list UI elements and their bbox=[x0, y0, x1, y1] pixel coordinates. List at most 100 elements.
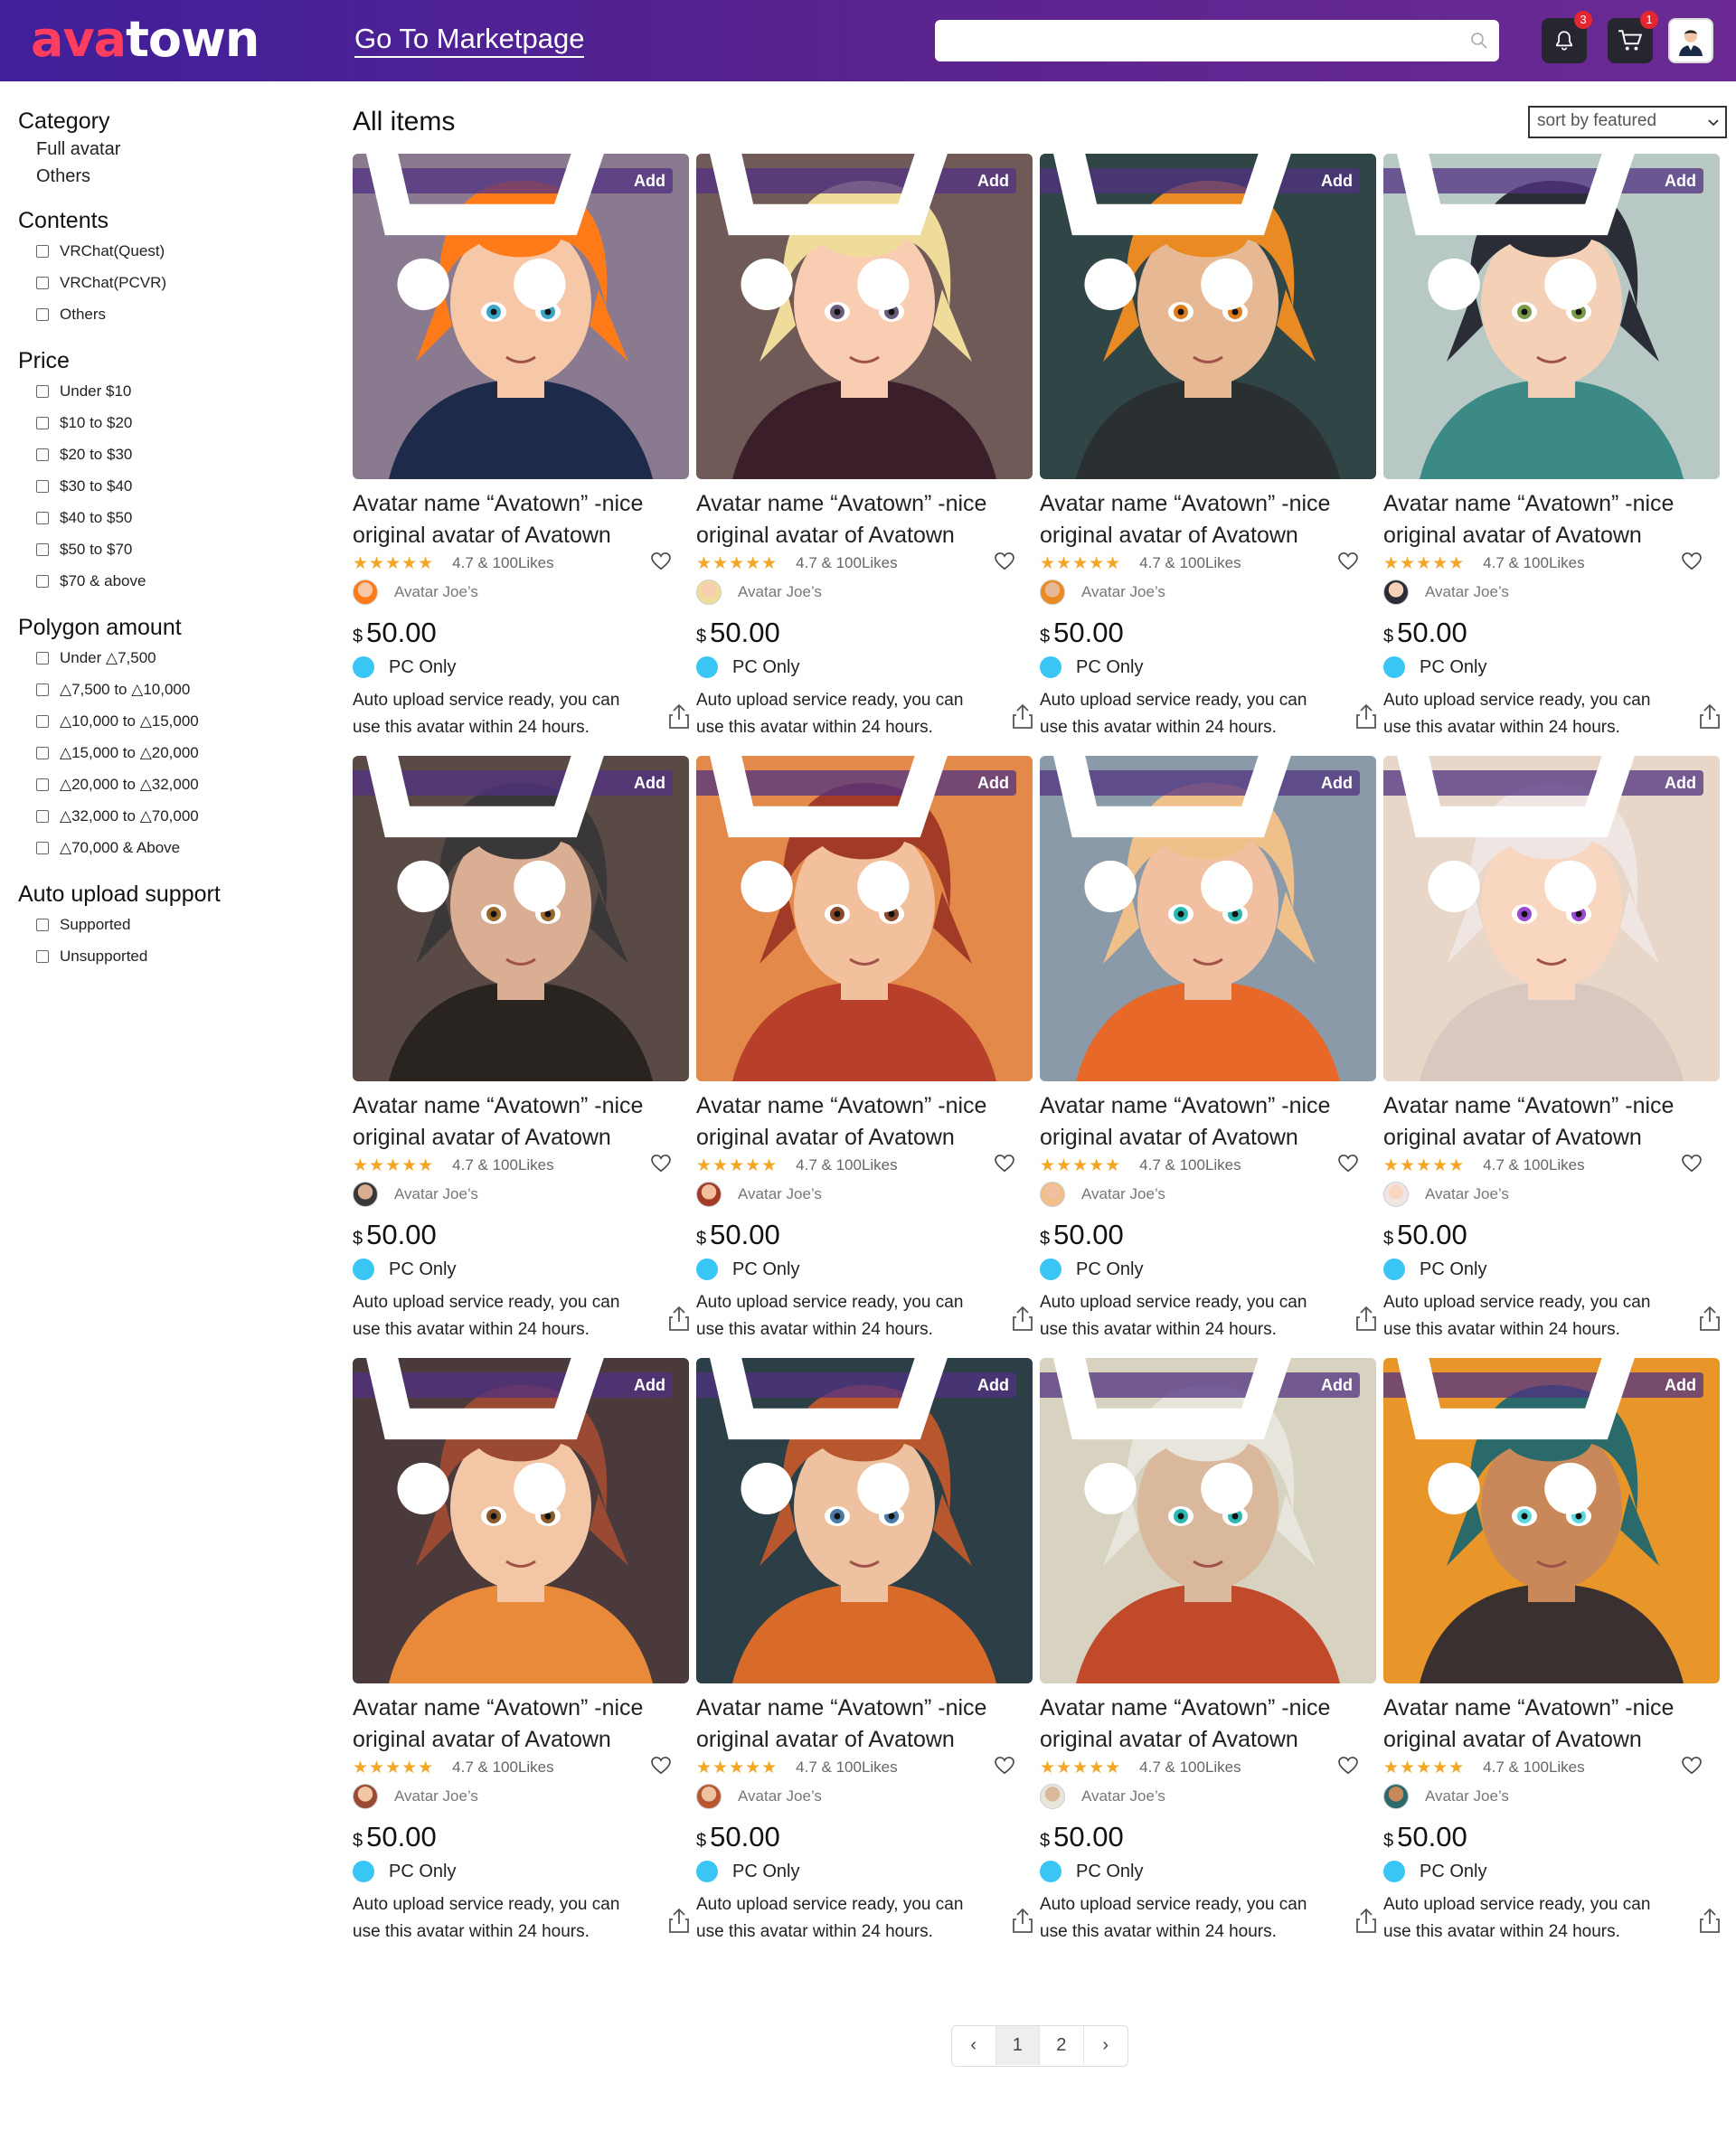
product-title[interactable]: Avatar name “Avatown” -nice original ava… bbox=[353, 1090, 689, 1154]
auto-upload-filter-option[interactable]: Supported bbox=[36, 909, 316, 940]
product-card[interactable]: Add Avatar name “Avatown” -nice original … bbox=[353, 154, 689, 737]
checkbox[interactable] bbox=[36, 479, 49, 493]
add-to-cart-button[interactable]: Add bbox=[1383, 154, 1703, 311]
polygon-filter-option[interactable]: △15,000 to △20,000 bbox=[36, 737, 316, 768]
price-filter-option[interactable]: $50 to $70 bbox=[36, 533, 316, 565]
price-filter-option[interactable]: $70 & above bbox=[36, 565, 316, 597]
product-title[interactable]: Avatar name “Avatown” -nice original ava… bbox=[696, 488, 1033, 551]
checkbox[interactable] bbox=[36, 841, 49, 854]
add-to-cart-button[interactable]: Add bbox=[696, 154, 1016, 311]
product-card[interactable]: Add Avatar name “Avatown” -nice original … bbox=[1040, 154, 1376, 737]
share-icon[interactable] bbox=[669, 1306, 689, 1331]
avatar-preview-image[interactable]: Add bbox=[1383, 756, 1720, 1081]
product-title[interactable]: Avatar name “Avatown” -nice original ava… bbox=[353, 488, 689, 551]
creator-info[interactable]: Avatar Joe’s bbox=[1040, 577, 1165, 608]
product-title[interactable]: Avatar name “Avatown” -nice original ava… bbox=[696, 1090, 1033, 1154]
product-card[interactable]: Add Avatar name “Avatown” -nice original … bbox=[696, 756, 1033, 1339]
polygon-filter-option[interactable]: Under △7,500 bbox=[36, 642, 316, 674]
checkbox[interactable] bbox=[36, 307, 49, 321]
add-to-cart-button[interactable]: Add bbox=[1040, 154, 1360, 311]
avatar-preview-image[interactable]: Add bbox=[353, 756, 689, 1081]
avatar-preview-image[interactable]: Add bbox=[1040, 756, 1376, 1081]
product-card[interactable]: Add Avatar name “Avatown” -nice original … bbox=[696, 1358, 1033, 1941]
avatar-preview-image[interactable]: Add bbox=[696, 1358, 1033, 1683]
share-icon[interactable] bbox=[1013, 703, 1033, 729]
creator-info[interactable]: Avatar Joe’s bbox=[353, 1179, 478, 1210]
add-to-cart-button[interactable]: Add bbox=[1040, 756, 1360, 913]
checkbox[interactable] bbox=[36, 276, 49, 289]
add-to-cart-button[interactable]: Add bbox=[696, 756, 1016, 913]
add-to-cart-button[interactable]: Add bbox=[353, 1358, 673, 1515]
add-to-cart-button[interactable]: Add bbox=[353, 756, 673, 913]
go-to-marketpage-link[interactable]: Go To Marketpage bbox=[354, 24, 585, 58]
contents-filter-option[interactable]: Others bbox=[36, 298, 316, 330]
product-card[interactable]: Add Avatar name “Avatown” -nice original … bbox=[353, 1358, 689, 1941]
checkbox[interactable] bbox=[36, 244, 49, 258]
price-filter-option[interactable]: $40 to $50 bbox=[36, 502, 316, 533]
checkbox[interactable] bbox=[36, 511, 49, 524]
product-card[interactable]: Add Avatar name “Avatown” -nice original … bbox=[1040, 756, 1376, 1339]
add-to-cart-button[interactable]: Add bbox=[696, 1358, 1016, 1515]
share-icon[interactable] bbox=[669, 1908, 689, 1933]
avatar-preview-image[interactable]: Add bbox=[696, 154, 1033, 479]
heart-icon[interactable] bbox=[995, 1155, 1014, 1173]
share-icon[interactable] bbox=[1013, 1306, 1033, 1331]
heart-icon[interactable] bbox=[651, 1757, 671, 1775]
category-full-avatar[interactable]: Full avatar bbox=[36, 136, 316, 163]
contents-filter-option[interactable]: VRChat(PCVR) bbox=[36, 267, 316, 298]
heart-icon[interactable] bbox=[651, 1155, 671, 1173]
checkbox[interactable] bbox=[36, 778, 49, 791]
checkbox[interactable] bbox=[36, 714, 49, 728]
checkbox[interactable] bbox=[36, 448, 49, 461]
notifications-button[interactable]: 3 bbox=[1542, 11, 1592, 63]
price-filter-option[interactable]: $10 to $20 bbox=[36, 407, 316, 438]
add-to-cart-button[interactable]: Add bbox=[353, 154, 673, 311]
share-icon[interactable] bbox=[669, 703, 689, 729]
heart-icon[interactable] bbox=[1338, 1155, 1358, 1173]
polygon-filter-option[interactable]: △70,000 & Above bbox=[36, 832, 316, 863]
product-card[interactable]: Add Avatar name “Avatown” -nice original … bbox=[696, 154, 1033, 737]
heart-icon[interactable] bbox=[1682, 1757, 1702, 1775]
user-avatar-button[interactable] bbox=[1668, 18, 1713, 63]
polygon-filter-option[interactable]: △20,000 to △32,000 bbox=[36, 768, 316, 800]
creator-info[interactable]: Avatar Joe’s bbox=[353, 577, 478, 608]
prev-page-button[interactable]: ‹ bbox=[952, 2026, 996, 2065]
checkbox[interactable] bbox=[36, 542, 49, 556]
polygon-filter-option[interactable]: △7,500 to △10,000 bbox=[36, 674, 316, 705]
creator-info[interactable]: Avatar Joe’s bbox=[1040, 1179, 1165, 1210]
heart-icon[interactable] bbox=[1338, 552, 1358, 570]
logo[interactable]: avatown bbox=[31, 13, 259, 67]
polygon-filter-option[interactable]: △32,000 to △70,000 bbox=[36, 800, 316, 832]
creator-info[interactable]: Avatar Joe’s bbox=[1383, 577, 1509, 608]
avatar-preview-image[interactable]: Add bbox=[353, 1358, 689, 1683]
product-title[interactable]: Avatar name “Avatown” -nice original ava… bbox=[1040, 1090, 1376, 1154]
heart-icon[interactable] bbox=[995, 552, 1014, 570]
cart-button[interactable]: 1 bbox=[1608, 11, 1658, 63]
product-title[interactable]: Avatar name “Avatown” -nice original ava… bbox=[353, 1692, 689, 1756]
avatar-preview-image[interactable]: Add bbox=[696, 756, 1033, 1081]
price-filter-option[interactable]: $20 to $30 bbox=[36, 438, 316, 470]
creator-info[interactable]: Avatar Joe’s bbox=[1040, 1781, 1165, 1812]
checkbox[interactable] bbox=[36, 574, 49, 588]
heart-icon[interactable] bbox=[651, 552, 671, 570]
share-icon[interactable] bbox=[1700, 1908, 1720, 1933]
share-icon[interactable] bbox=[1356, 1908, 1376, 1933]
next-page-button[interactable]: › bbox=[1084, 2026, 1128, 2065]
avatar-preview-image[interactable]: Add bbox=[1383, 1358, 1720, 1683]
product-card[interactable]: Add Avatar name “Avatown” -nice original … bbox=[1383, 1358, 1720, 1941]
price-filter-option[interactable]: $30 to $40 bbox=[36, 470, 316, 502]
share-icon[interactable] bbox=[1013, 1908, 1033, 1933]
heart-icon[interactable] bbox=[1682, 1155, 1702, 1173]
add-to-cart-button[interactable]: Add bbox=[1383, 756, 1703, 913]
product-card[interactable]: Add Avatar name “Avatown” -nice original … bbox=[353, 756, 689, 1339]
price-filter-option[interactable]: Under $10 bbox=[36, 375, 316, 407]
avatar-preview-image[interactable]: Add bbox=[353, 154, 689, 479]
avatar-preview-image[interactable]: Add bbox=[1040, 1358, 1376, 1683]
page-1-button[interactable]: 1 bbox=[995, 2026, 1040, 2065]
polygon-filter-option[interactable]: △10,000 to △15,000 bbox=[36, 705, 316, 737]
product-title[interactable]: Avatar name “Avatown” -nice original ava… bbox=[1040, 1692, 1376, 1756]
product-card[interactable]: Add Avatar name “Avatown” -nice original … bbox=[1040, 1358, 1376, 1941]
heart-icon[interactable] bbox=[1682, 552, 1702, 570]
heart-icon[interactable] bbox=[1338, 1757, 1358, 1775]
product-title[interactable]: Avatar name “Avatown” -nice original ava… bbox=[1040, 488, 1376, 551]
